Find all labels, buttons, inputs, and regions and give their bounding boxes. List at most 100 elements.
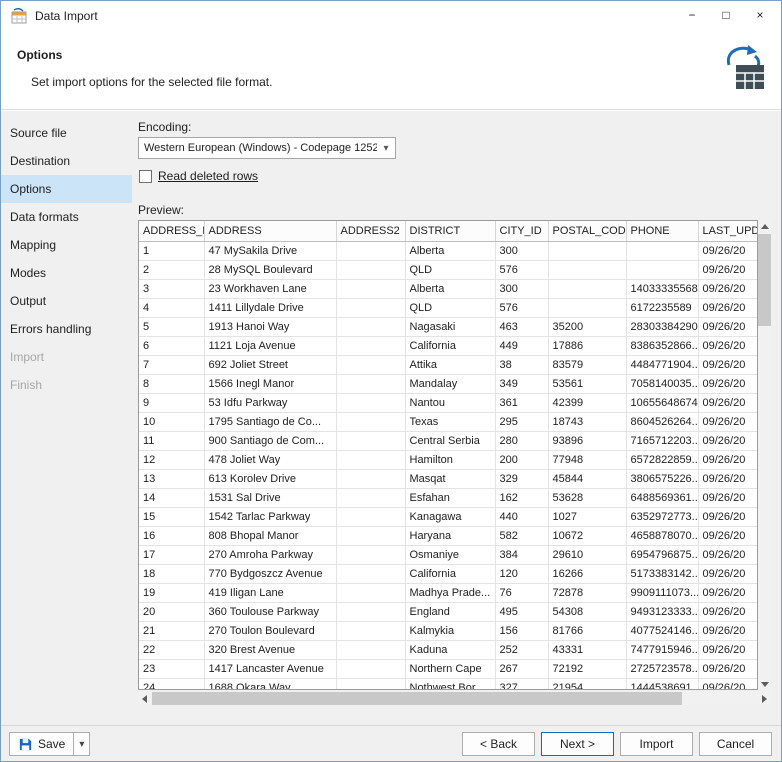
table-row[interactable]: 11 900 Santiago de Com... Central Serbia 28…: [139, 431, 757, 451]
table-row[interactable]: 16 808 Bhopal Manor Haryana 582 10672 4658878…: [139, 526, 757, 546]
cell: 120: [495, 564, 549, 584]
table-row[interactable]: 1 47 MySakila Drive Alberta 300 09/26/20: [139, 241, 757, 261]
horizontal-scrollbar-thumb[interactable]: [152, 692, 682, 705]
encoding-dropdown[interactable]: Western European (Windows) - Codepage 12…: [138, 137, 396, 159]
cancel-button[interactable]: Cancel: [699, 732, 772, 756]
close-button[interactable]: ×: [743, 1, 777, 29]
page-title: Options: [17, 48, 63, 62]
cell: 09/26/20: [698, 583, 757, 603]
column-header[interactable]: ADDRESS_ID: [139, 221, 205, 242]
table-row[interactable]: 6 1121 Loja Avenue California 449 17886 83863…: [139, 336, 757, 356]
cell: [336, 374, 406, 394]
table-row[interactable]: 24 1688 Okara Way Nothwest Bor... 327 21954 1…: [139, 678, 757, 689]
cell: [336, 640, 406, 660]
minimize-button[interactable]: −: [675, 1, 709, 29]
preview-grid[interactable]: ADDRESS_IDADDRESSADDRESS2DISTRICTCITY_ID…: [138, 220, 758, 690]
table-row[interactable]: 22 320 Brest Avenue Kaduna 252 43331 74779159…: [139, 640, 757, 660]
sidebar-item-source-file[interactable]: Source file: [1, 119, 132, 147]
cell: [336, 488, 406, 508]
back-button[interactable]: < Back: [462, 732, 535, 756]
column-header[interactable]: LAST_UPDAT: [698, 221, 757, 242]
column-header[interactable]: ADDRESS: [204, 221, 337, 242]
cell: 7165712203...: [626, 431, 699, 451]
read-deleted-rows-checkbox[interactable]: [139, 169, 152, 183]
save-button-label: Save: [38, 737, 66, 751]
cell: 17: [139, 545, 205, 565]
cell: [336, 355, 406, 375]
table-row[interactable]: 7 692 Joliet Street Attika 38 83579 448477190…: [139, 355, 757, 375]
cell: [336, 450, 406, 470]
wizard-header: Options Set import options for the selec…: [1, 31, 781, 110]
cell: 28303384290: [626, 317, 699, 337]
cell: 09/26/20: [698, 621, 757, 641]
column-header[interactable]: DISTRICT: [405, 221, 496, 242]
cell: 300: [495, 279, 549, 299]
cell: 4658878070...: [626, 526, 699, 546]
cell: 576: [495, 298, 549, 318]
table-row[interactable]: 14 1531 Sal Drive Esfahan 162 53628 648856936…: [139, 488, 757, 508]
table-row[interactable]: 8 1566 Inegl Manor Mandalay 349 53561 7058140…: [139, 374, 757, 394]
preview-table: ADDRESS_IDADDRESSADDRESS2DISTRICTCITY_ID…: [139, 221, 757, 689]
cell: 09/26/20: [698, 545, 757, 565]
table-row[interactable]: 23 1417 Lancaster Avenue Northern Cape 267 7…: [139, 659, 757, 679]
cell: Nagasaki: [405, 317, 496, 337]
cell: 1913 Hanoi Way: [204, 317, 337, 337]
table-row[interactable]: 19 419 Iligan Lane Madhya Prade... 76 72878 9…: [139, 583, 757, 603]
cell: 200: [495, 450, 549, 470]
cell: 14033335568: [626, 279, 699, 299]
cell: Central Serbia: [405, 431, 496, 451]
scroll-right-icon[interactable]: [758, 692, 771, 705]
window-title: Data Import: [35, 9, 98, 23]
scroll-up-icon[interactable]: [758, 220, 771, 233]
import-button[interactable]: Import: [620, 732, 693, 756]
cell: 81766: [548, 621, 627, 641]
table-row[interactable]: 18 770 Bydgoszcz Avenue California 120 16266…: [139, 564, 757, 584]
sidebar-item-errors-handling[interactable]: Errors handling: [1, 315, 132, 343]
table-row[interactable]: 21 270 Toulon Boulevard Kalmykia 156 81766 40…: [139, 621, 757, 641]
column-header[interactable]: ADDRESS2: [336, 221, 406, 242]
table-row[interactable]: 9 53 Idfu Parkway Nantou 361 42399 1065564867…: [139, 393, 757, 413]
sidebar-item-options[interactable]: Options: [1, 175, 132, 203]
sidebar-item-mapping[interactable]: Mapping: [1, 231, 132, 259]
sidebar-item-data-formats[interactable]: Data formats: [1, 203, 132, 231]
maximize-button[interactable]: □: [709, 1, 743, 29]
sidebar-item-destination[interactable]: Destination: [1, 147, 132, 175]
sidebar-item-output[interactable]: Output: [1, 287, 132, 315]
table-row[interactable]: 3 23 Workhaven Lane Alberta 300 14033335568 0…: [139, 279, 757, 299]
cell: 23: [139, 659, 205, 679]
table-row[interactable]: 15 1542 Tarlac Parkway Kanagawa 440 1027 6352…: [139, 507, 757, 527]
scroll-down-icon[interactable]: [758, 678, 771, 691]
column-header[interactable]: POSTAL_COD: [548, 221, 627, 242]
table-row[interactable]: 10 1795 Santiago de Co... Texas 295 18743 860…: [139, 412, 757, 432]
cell: 29610: [548, 545, 627, 565]
cell: [548, 260, 627, 280]
scroll-left-icon[interactable]: [138, 692, 151, 705]
cell: 1566 Inegl Manor: [204, 374, 337, 394]
save-dropdown-button[interactable]: ▾: [73, 733, 89, 755]
table-row[interactable]: 4 1411 Lillydale Drive QLD 576 6172235589 09/…: [139, 298, 757, 318]
cell: 270 Amroha Parkway: [204, 545, 337, 565]
cell: 267: [495, 659, 549, 679]
data-import-icon: [719, 43, 767, 91]
cell: 09/26/20: [698, 298, 757, 318]
table-row[interactable]: 12 478 Joliet Way Hamilton 200 77948 65728228…: [139, 450, 757, 470]
table-row[interactable]: 20 360 Toulouse Parkway England 495 54308 949…: [139, 602, 757, 622]
next-button[interactable]: Next >: [541, 732, 614, 756]
table-row[interactable]: 17 270 Amroha Parkway Osmaniye 384 29610 6954…: [139, 545, 757, 565]
save-icon: [18, 737, 33, 752]
vertical-scrollbar[interactable]: [758, 220, 771, 691]
vertical-scrollbar-thumb[interactable]: [758, 234, 771, 326]
cell: 17886: [548, 336, 627, 356]
table-row[interactable]: 5 1913 Hanoi Way Nagasaki 463 35200 283033842…: [139, 317, 757, 337]
cell: England: [405, 602, 496, 622]
cell: 613 Korolev Drive: [204, 469, 337, 489]
table-row[interactable]: 2 28 MySQL Boulevard QLD 576 09/26/20: [139, 260, 757, 280]
column-header[interactable]: CITY_ID: [495, 221, 549, 242]
column-header[interactable]: PHONE: [626, 221, 699, 242]
table-row[interactable]: 13 613 Korolev Drive Masqat 329 45844 3806575…: [139, 469, 757, 489]
sidebar-item-modes[interactable]: Modes: [1, 259, 132, 287]
save-button[interactable]: Save: [10, 733, 73, 755]
cell: [336, 507, 406, 527]
cell: Esfahan: [405, 488, 496, 508]
horizontal-scrollbar[interactable]: [138, 692, 771, 705]
